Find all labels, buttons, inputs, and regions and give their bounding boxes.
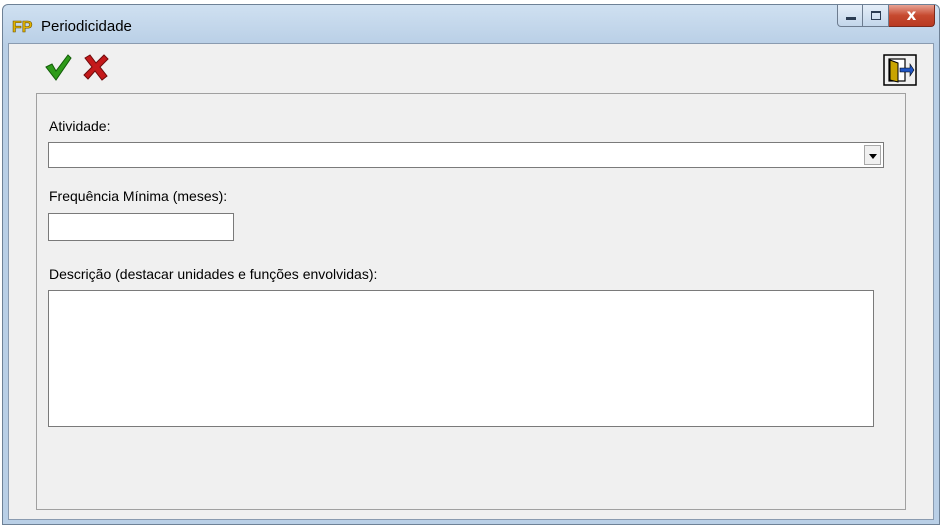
activity-label: Atividade: bbox=[49, 118, 111, 134]
window-title: Periodicidade bbox=[41, 18, 132, 35]
chevron-down-icon[interactable] bbox=[864, 145, 881, 165]
red-x-icon bbox=[83, 54, 109, 81]
caption-buttons: x bbox=[837, 5, 935, 27]
activity-select[interactable] bbox=[48, 142, 884, 168]
frequency-field[interactable] bbox=[48, 213, 234, 241]
dialog-client-area: Atividade: Frequência Mínima (meses): De… bbox=[8, 43, 934, 520]
close-button[interactable]: x bbox=[889, 5, 935, 27]
checkmark-icon bbox=[45, 54, 72, 81]
maximize-button[interactable] bbox=[863, 5, 889, 27]
toolbar bbox=[9, 44, 933, 88]
frequency-label: Frequência Mínima (meses): bbox=[49, 188, 228, 204]
exit-door-icon bbox=[883, 54, 917, 86]
description-textarea[interactable] bbox=[48, 290, 874, 427]
exit-button[interactable] bbox=[883, 54, 917, 86]
confirm-button[interactable] bbox=[43, 52, 73, 82]
title-bar[interactable]: FP Periodicidade x bbox=[3, 5, 939, 43]
svg-text:FP: FP bbox=[12, 19, 33, 36]
periodicidade-dialog: FP Periodicidade x Atividade: Frequência… bbox=[2, 4, 940, 525]
minimize-button[interactable] bbox=[837, 5, 863, 27]
cancel-button[interactable] bbox=[81, 52, 111, 82]
app-logo-icon: FP bbox=[12, 19, 33, 37]
description-label: Descrição (destacar unidades e funções e… bbox=[49, 266, 378, 282]
close-icon: x bbox=[906, 6, 917, 24]
